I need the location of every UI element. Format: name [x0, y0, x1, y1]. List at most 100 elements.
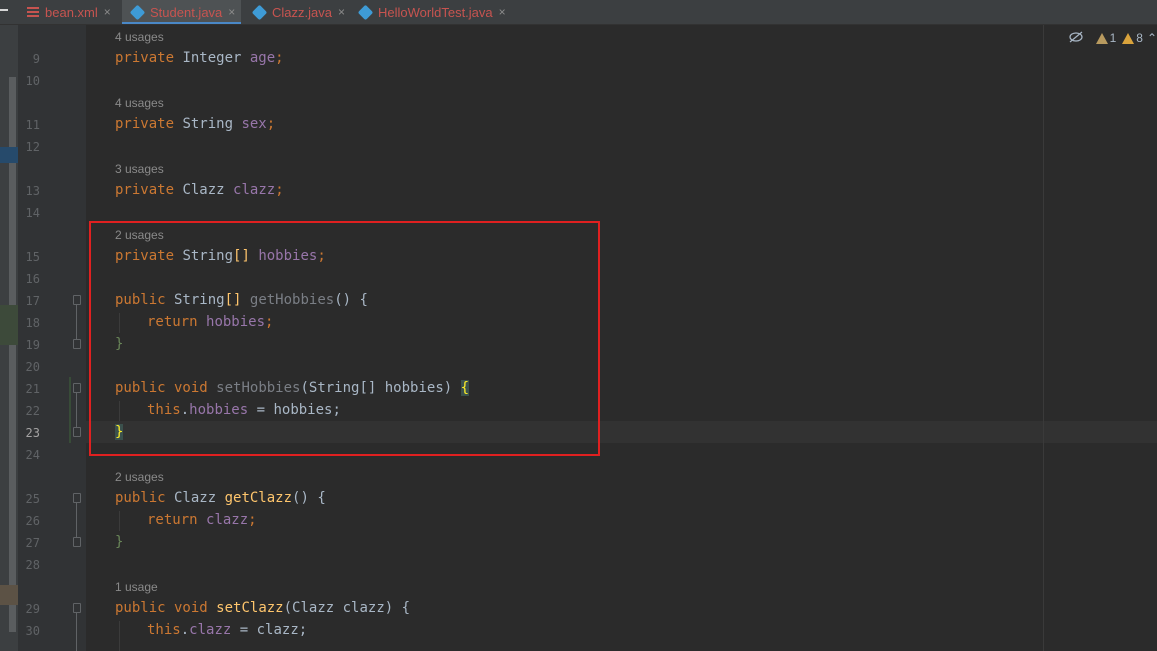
line-number: 21 — [25, 382, 40, 396]
field-name: clazz — [189, 622, 232, 638]
fold-toggle-icon[interactable] — [73, 295, 81, 305]
indent-guide — [119, 511, 120, 531]
line-number: 25 — [25, 492, 40, 506]
tab-label: bean.xml — [45, 4, 98, 20]
keyword: private — [115, 182, 175, 198]
keyword: return — [147, 512, 198, 528]
line-number: 14 — [25, 206, 40, 220]
usage-hint[interactable]: 4 usages — [115, 29, 164, 45]
field-name: clazz — [233, 182, 276, 198]
tab-menu-icon[interactable] — [0, 9, 8, 11]
fold-toggle-icon[interactable] — [73, 493, 81, 503]
punct: ; — [266, 116, 276, 132]
line-number: 26 — [25, 514, 40, 528]
fold-toggle-icon[interactable] — [73, 339, 81, 349]
keyword: public — [115, 600, 166, 616]
punct: ; — [275, 50, 284, 66]
line-number: 18 — [25, 316, 40, 330]
line-number: 19 — [25, 338, 40, 352]
tab-bean-xml[interactable]: bean.xml × — [27, 0, 111, 24]
code-line-25: public Clazz getClazz() { — [115, 489, 326, 507]
fold-guide — [76, 503, 77, 537]
editor-tab-bar: bean.xml × Student.java × Clazz.java × H… — [0, 0, 1157, 25]
fold-guide — [76, 613, 77, 651]
punct: () { — [292, 490, 326, 506]
type-name: Integer — [174, 50, 250, 66]
close-icon[interactable]: × — [499, 5, 506, 19]
punct: ; — [248, 512, 257, 528]
line-number: 12 — [25, 140, 40, 154]
usage-hint[interactable]: 4 usages — [115, 95, 164, 111]
java-class-icon — [357, 4, 374, 20]
params: (Clazz clazz) { — [283, 600, 411, 616]
fold-toggle-icon[interactable] — [73, 603, 81, 613]
right-margin-guide — [1043, 25, 1044, 651]
method-name: getClazz — [224, 490, 293, 506]
vcs-change-marker[interactable] — [69, 377, 71, 443]
reader-mode-icon[interactable] — [1068, 31, 1084, 46]
close-icon[interactable]: × — [104, 5, 111, 19]
java-class-icon — [129, 4, 146, 20]
java-class-icon — [251, 4, 268, 20]
keyword: public — [115, 490, 166, 506]
keyword: this — [147, 622, 181, 638]
annotation-highlight-box — [89, 221, 600, 456]
fold-guide — [76, 393, 77, 427]
type-name: Clazz — [174, 182, 234, 198]
type-name: Clazz — [165, 490, 225, 506]
inspection-widget[interactable]: 1 8 ⌃ — [1068, 30, 1157, 46]
field-name: clazz — [206, 512, 249, 528]
punct: } — [115, 534, 124, 550]
line-number: 11 — [25, 118, 40, 132]
line-number: 27 — [25, 536, 40, 550]
warning-icon — [1122, 32, 1135, 44]
tab-label: Student.java — [150, 4, 223, 20]
editor-gutter: 9 10 11 12 13 14 15 16 17 18 19 20 21 22… — [18, 25, 86, 651]
line-number: 15 — [25, 250, 40, 264]
tab-label: Clazz.java — [272, 4, 332, 20]
line-number: 20 — [25, 360, 40, 374]
usage-hint[interactable]: 3 usages — [115, 161, 164, 177]
fold-guide — [76, 305, 77, 339]
line-number: 17 — [25, 294, 40, 308]
tab-label: HelloWorldTest.java — [378, 4, 493, 20]
field-name: sex — [241, 116, 267, 132]
line-number: 22 — [25, 404, 40, 418]
indent-guide — [119, 621, 120, 651]
tab-clazz-java[interactable]: Clazz.java × — [251, 0, 345, 24]
tab-helloworldtest-java[interactable]: HelloWorldTest.java × — [357, 0, 506, 24]
keyword: private — [115, 50, 175, 66]
code-line-27: } — [115, 533, 123, 551]
field-name: age — [249, 50, 276, 66]
chevron-up-icon[interactable]: ⌃ — [1147, 31, 1157, 45]
usage-hint[interactable]: 1 usage — [115, 579, 158, 595]
code-line-30: this.clazz = clazz; — [147, 622, 308, 638]
weak-warning-icon — [1095, 32, 1108, 44]
code-line-9: private Integer age; — [115, 49, 284, 67]
keyword: void — [165, 600, 208, 616]
assignment: = clazz; — [231, 622, 308, 638]
line-number: 10 — [25, 74, 40, 88]
warning-count: 8 — [1136, 31, 1143, 45]
code-line-26: return clazz; — [147, 511, 257, 529]
fold-toggle-icon[interactable] — [73, 427, 81, 437]
usage-hint[interactable]: 2 usages — [115, 469, 164, 485]
close-icon[interactable]: × — [228, 5, 235, 19]
line-number: 16 — [25, 272, 40, 286]
close-icon[interactable]: × — [338, 5, 345, 19]
method-name: setClazz — [216, 600, 284, 616]
punct: ; — [275, 182, 284, 198]
line-number: 30 — [25, 624, 40, 638]
code-line-11: private String sex; — [115, 115, 275, 133]
line-number: 28 — [25, 558, 40, 572]
line-number-current: 23 — [25, 426, 40, 440]
fold-toggle-icon[interactable] — [73, 383, 81, 393]
fold-toggle-icon[interactable] — [73, 537, 81, 547]
line-number: 29 — [25, 602, 40, 616]
code-line-29: public void setClazz(Clazz clazz) { — [115, 599, 410, 617]
weak-warning-count: 1 — [1109, 31, 1117, 45]
xml-file-icon — [27, 6, 39, 18]
line-number: 24 — [25, 448, 40, 462]
tab-student-java[interactable]: Student.java × — [122, 0, 242, 24]
line-number: 13 — [25, 184, 40, 198]
